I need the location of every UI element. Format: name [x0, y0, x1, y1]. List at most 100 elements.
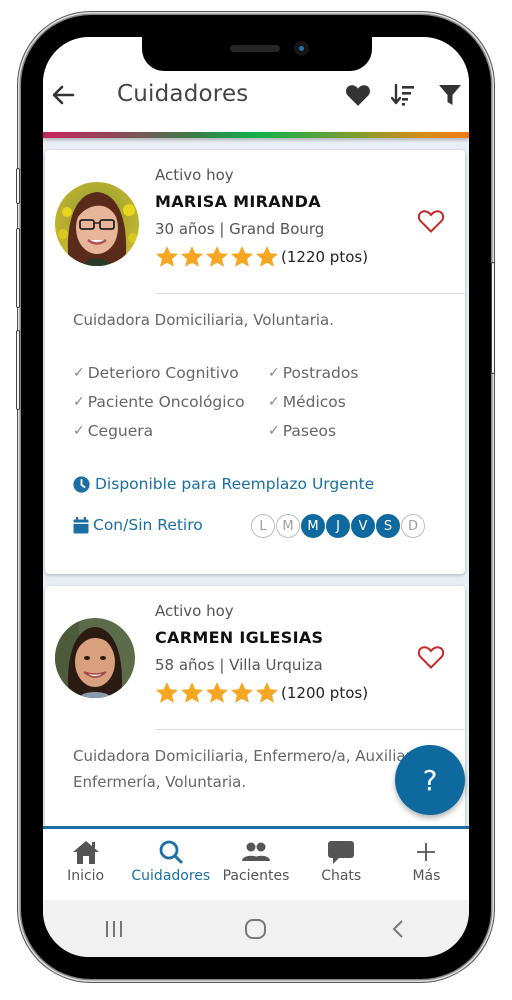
nav-label: Inicio: [67, 868, 105, 884]
skills-list: ✓ Deterioro Cognitivo ✓ Postrados ✓ Pacient…: [73, 364, 453, 440]
star-icon: [256, 246, 278, 267]
sort-icon: [390, 83, 414, 106]
heart-icon: [346, 85, 370, 106]
day-chip: V: [351, 514, 375, 538]
check-icon: ✓: [73, 365, 85, 381]
skill-item: ✓ Ceguera: [73, 422, 268, 440]
avatar: [55, 182, 139, 266]
star-icon: [156, 682, 178, 703]
nav-item-pacientes[interactable]: Pacientes: [213, 829, 298, 900]
urgent-availability: Disponible para Reemplazo Urgente: [73, 475, 374, 493]
heart-outline-icon: [417, 646, 445, 669]
star-icon: [231, 246, 253, 267]
nav-label: Cuidadores: [131, 868, 211, 884]
star-icon: [256, 682, 278, 703]
rating: (1200 ptos): [155, 681, 368, 705]
recent-apps-icon: [106, 920, 122, 937]
skill-label: Paciente Oncológico: [87, 393, 245, 411]
plus-icon: [417, 843, 436, 861]
back-system-button[interactable]: [378, 914, 418, 944]
rating: (1220 ptos): [155, 245, 368, 269]
activity-status: Activo hoy: [155, 166, 234, 184]
rating-points: (1220 ptos): [281, 248, 369, 266]
skill-item: ✓ Médicos: [268, 393, 453, 411]
question-icon: ?: [422, 763, 438, 797]
day-chip: M: [276, 514, 300, 538]
day-chip: D: [401, 514, 425, 538]
check-icon: ✓: [268, 423, 280, 439]
caregiver-card[interactable]: Activo hoy MARISA MIRANDA 30 años | Gran…: [45, 150, 465, 574]
caregiver-name[interactable]: CARMEN IGLESIAS: [155, 628, 323, 647]
rating-points: (1200 ptos): [281, 684, 369, 702]
help-button[interactable]: ?: [395, 745, 465, 815]
available-days: LMMJVSD: [251, 514, 426, 538]
nav-item-cuidadores[interactable]: Cuidadores: [128, 829, 213, 900]
mute-switch: [16, 168, 20, 204]
skill-item: ✓ Postrados: [268, 364, 453, 382]
nav-item-chats[interactable]: Chats: [299, 829, 384, 900]
chat-icon: [328, 841, 355, 864]
day-chip: J: [326, 514, 350, 538]
filter-button[interactable]: [438, 83, 464, 107]
star-icon: [156, 246, 178, 267]
divider: [155, 729, 465, 730]
people-icon: [242, 842, 270, 861]
star-icon: [206, 246, 228, 267]
caregiver-list[interactable]: Activo hoy MARISA MIRANDA 30 años | Gran…: [43, 138, 469, 828]
star-icon: [231, 682, 253, 703]
availability-label: Disponible para Reemplazo Urgente: [95, 475, 375, 493]
speaker-grille: [230, 45, 280, 52]
notch: [142, 36, 372, 71]
skill-label: Médicos: [282, 393, 346, 411]
day-chip: S: [376, 514, 400, 538]
check-icon: ✓: [268, 394, 280, 410]
favorites-button[interactable]: [345, 83, 371, 107]
nav-label: Pacientes: [222, 868, 290, 884]
skill-item: ✓ Deterioro Cognitivo: [73, 364, 268, 382]
volume-up-button: [16, 228, 20, 308]
page-title: Cuidadores: [117, 81, 249, 107]
screen: Cuidadores Activo hoy MARISA MIRANDA 30 …: [43, 37, 469, 957]
power-button: [491, 262, 495, 374]
check-icon: ✓: [268, 365, 280, 381]
check-icon: ✓: [73, 423, 85, 439]
bottom-nav: Inicio Cuidadores Pacientes Chats Más: [43, 826, 469, 900]
system-nav-bar: [43, 900, 469, 957]
retiro-option: Con/Sin Retiro: [73, 516, 203, 534]
nav-item-mas[interactable]: Más: [384, 829, 469, 900]
caregiver-age-location: 58 años | Villa Urquiza: [155, 656, 323, 674]
recent-apps-button[interactable]: [94, 914, 134, 944]
back-button[interactable]: [49, 81, 77, 109]
volume-down-button: [16, 330, 20, 410]
caregiver-age-location: 30 años | Grand Bourg: [155, 220, 325, 238]
favorite-button[interactable]: [417, 208, 445, 234]
skill-label: Ceguera: [87, 422, 154, 440]
day-chip: M: [301, 514, 325, 538]
avatar: [55, 618, 135, 698]
caregiver-description: Cuidadora Domiciliaria, Voluntaria.: [73, 311, 335, 329]
skill-label: Paseos: [282, 422, 337, 440]
calendar-icon: [73, 516, 89, 533]
skill-item: ✓ Paseos: [268, 422, 453, 440]
star-icon: [181, 682, 203, 703]
filter-icon: [439, 85, 461, 105]
retiro-label: Con/Sin Retiro: [93, 516, 203, 534]
favorite-button[interactable]: [417, 644, 445, 670]
home-system-button[interactable]: [236, 914, 276, 944]
star-icon: [181, 246, 203, 267]
heart-outline-icon: [417, 210, 445, 233]
nav-item-inicio[interactable]: Inicio: [43, 829, 128, 900]
skill-label: Deterioro Cognitivo: [87, 364, 239, 382]
caregiver-name[interactable]: MARISA MIRANDA: [155, 192, 321, 211]
star-icon: [206, 682, 228, 703]
activity-status: Activo hoy: [155, 602, 234, 620]
home-icon: [72, 841, 99, 864]
home-circle-icon: [245, 918, 266, 939]
day-chip: L: [251, 514, 275, 538]
sort-button[interactable]: [390, 83, 417, 107]
front-camera: [294, 41, 309, 56]
skill-label: Postrados: [282, 364, 359, 382]
check-icon: ✓: [73, 394, 85, 410]
back-chevron-icon: [392, 919, 403, 938]
header-gradient-bar: [43, 132, 469, 138]
